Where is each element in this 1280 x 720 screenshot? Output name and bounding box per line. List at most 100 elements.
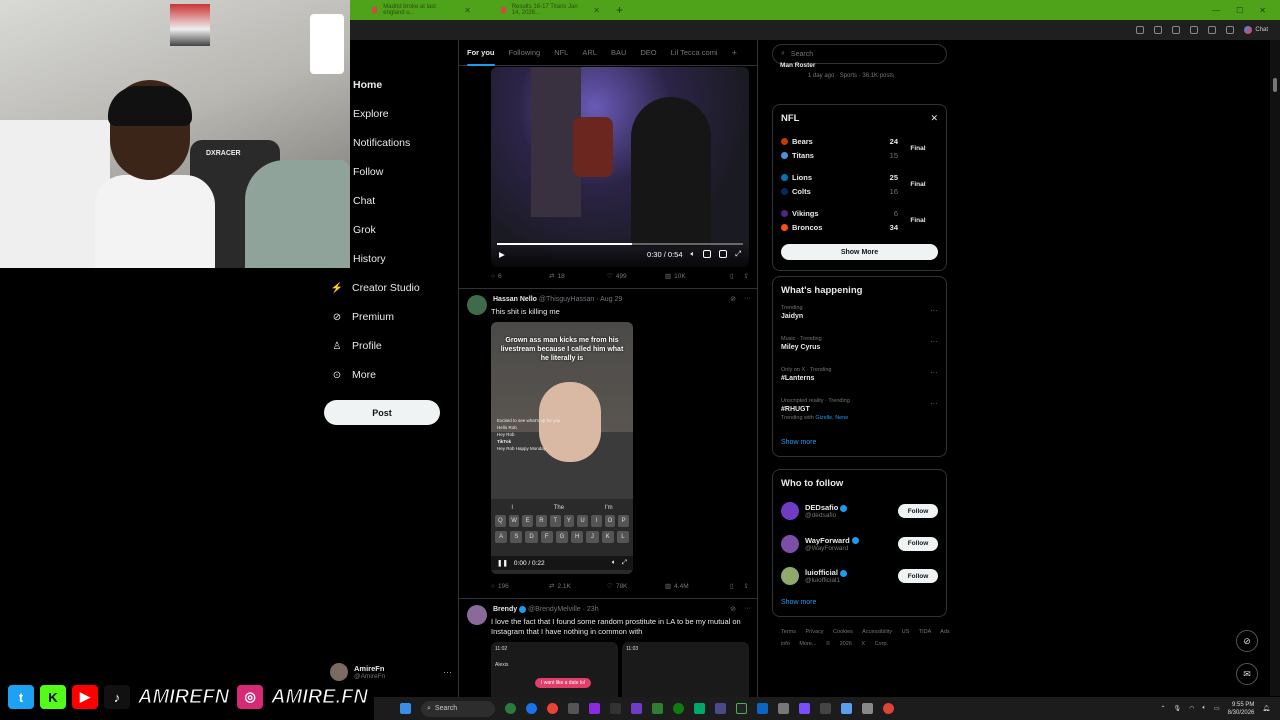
extension-icon[interactable] xyxy=(1208,26,1217,34)
app-icon[interactable] xyxy=(799,703,810,714)
extension-icon[interactable] xyxy=(1190,26,1199,34)
follow-button[interactable]: Follow xyxy=(898,504,938,519)
xbox-icon[interactable] xyxy=(673,703,684,714)
app-icon[interactable] xyxy=(610,703,621,714)
nfl-game[interactable]: Vikings 6 Broncos 34 Final xyxy=(773,202,946,238)
views-button[interactable]: ▥ 4.4M xyxy=(665,582,723,591)
views-button[interactable]: ▥ 10K xyxy=(665,272,723,281)
battery-icon[interactable]: ▭ xyxy=(1214,705,1220,712)
close-icon[interactable]: ✕ xyxy=(930,113,938,124)
new-tab-button[interactable]: + xyxy=(616,3,623,17)
tab-following[interactable]: Following xyxy=(509,48,541,57)
nav-explore[interactable]: Explore xyxy=(324,99,454,128)
like-button[interactable]: ♡ 78K xyxy=(607,582,665,591)
show-more-link[interactable]: Show more xyxy=(773,593,946,616)
app-icon[interactable] xyxy=(757,703,768,714)
nav-history[interactable]: History xyxy=(324,245,454,274)
grok-icon[interactable]: ⊘ xyxy=(730,605,736,613)
share-icon[interactable]: ⇪ xyxy=(744,272,749,280)
tweet-author-name[interactable]: Brendy xyxy=(493,606,517,613)
reply-button[interactable]: ○ 6 xyxy=(491,273,549,280)
repost-button[interactable]: ⇄ 18 xyxy=(549,272,607,281)
trend-item[interactable]: Trending Jaidyn ··· xyxy=(773,302,946,333)
more-options-icon[interactable]: ··· xyxy=(443,667,452,677)
avatar[interactable] xyxy=(781,567,799,586)
scrollbar-thumb[interactable] xyxy=(1273,78,1277,92)
volume-icon[interactable]: 🔈︎ xyxy=(1202,705,1206,712)
chevron-up-icon[interactable]: ⌃ xyxy=(1160,705,1165,712)
more-options-icon[interactable]: ··· xyxy=(930,306,938,315)
video-progress-bar[interactable] xyxy=(497,243,743,245)
trend-item[interactable]: Music · Trending Miley Cyrus ··· xyxy=(773,333,946,364)
show-more-link[interactable]: Show more xyxy=(773,433,946,456)
tweet-author-handle[interactable]: @BrendyMelville xyxy=(528,606,581,613)
app-icon[interactable] xyxy=(589,703,600,714)
settings-icon[interactable] xyxy=(862,703,873,714)
tab-nfl[interactable]: NFL xyxy=(554,48,568,57)
browser-tab[interactable]: Madrid broke at last england u... ✕ xyxy=(364,3,479,17)
trend-with-link[interactable]: Gizelle, Nene xyxy=(815,415,848,421)
windows-start-icon[interactable] xyxy=(400,703,411,714)
edge-icon[interactable] xyxy=(526,703,537,714)
app-icon[interactable] xyxy=(652,703,663,714)
wifi-icon[interactable]: ◠ xyxy=(1189,705,1194,712)
app-icon[interactable] xyxy=(820,703,831,714)
footer-links[interactable]: Terms Privacy Cookies Accessibility US T… xyxy=(781,626,951,650)
app-icon[interactable] xyxy=(778,703,789,714)
tweet-author-name[interactable]: Hassan Nello xyxy=(493,296,537,303)
avatar[interactable] xyxy=(781,534,799,553)
notification-icon[interactable]: 🔔︎ xyxy=(1262,705,1270,712)
fullscreen-icon[interactable]: ⤢ xyxy=(622,559,627,567)
nav-home[interactable]: Home xyxy=(324,70,454,99)
close-tab-icon[interactable]: ✕ xyxy=(593,6,600,15)
tweet-author-handle[interactable]: @ThisguyHassan xyxy=(539,296,594,303)
more-options-icon[interactable]: ··· xyxy=(930,337,938,346)
nav-chat[interactable]: Chat xyxy=(324,186,454,215)
like-button[interactable]: ♡ 499 xyxy=(607,272,665,281)
tweet-date[interactable]: 23h xyxy=(587,606,599,613)
chrome-icon[interactable] xyxy=(547,703,558,714)
avatar[interactable] xyxy=(781,502,799,521)
share-icon[interactable]: ⇪ xyxy=(744,582,749,590)
scrollbar[interactable] xyxy=(1270,40,1280,696)
more-options-icon[interactable]: ··· xyxy=(930,368,938,377)
media-image[interactable]: 11:03 xyxy=(622,642,749,702)
post-button[interactable]: Post xyxy=(324,400,440,425)
nav-creator-studio[interactable]: ⚡ Creator Studio xyxy=(324,274,454,303)
nav-notifications[interactable]: Notifications xyxy=(324,128,454,157)
tweet-media[interactable]: 11:02 Alexis I want like a date lol 11:0… xyxy=(491,642,749,702)
trend-item[interactable]: Unscripted reality · Trending #RHUGT Tre… xyxy=(773,395,946,433)
more-options-icon[interactable]: ··· xyxy=(744,605,751,613)
tweet-video[interactable]: ▶ 0:30 / 0:54 🔈︎ ⤢ xyxy=(491,67,749,267)
app-icon[interactable] xyxy=(505,703,516,714)
bookmark-icon[interactable]: ▯ xyxy=(730,272,734,280)
nav-follow[interactable]: Follow xyxy=(324,157,454,186)
follow-button[interactable]: Follow xyxy=(898,569,938,584)
settings-icon[interactable] xyxy=(1226,26,1235,34)
tab-lil-tecca[interactable]: Lil Tecca comi xyxy=(671,48,718,57)
more-options-icon[interactable]: ··· xyxy=(744,295,751,303)
nav-profile[interactable]: ♙ Profile xyxy=(324,332,454,361)
follow-suggestion[interactable]: luiofficial @luiofficial1 Follow xyxy=(773,560,946,593)
reply-button[interactable]: ○ 196 xyxy=(491,583,549,590)
tweet-date[interactable]: Aug 29 xyxy=(600,296,622,303)
fullscreen-icon[interactable]: ⤢ xyxy=(735,249,741,259)
chat-button[interactable]: Chat xyxy=(1244,26,1268,34)
volume-icon[interactable]: 🔈︎ xyxy=(691,249,696,259)
extension-icon[interactable] xyxy=(1136,26,1145,34)
clock[interactable]: 9:55 PM 8/30/2026 xyxy=(1228,701,1255,717)
trend-item[interactable]: Only on X · Trending #Lanterns ··· xyxy=(773,364,946,395)
app-icon[interactable] xyxy=(694,703,705,714)
terminal-icon[interactable] xyxy=(736,703,747,714)
media-image[interactable]: 11:02 Alexis I want like a date lol xyxy=(491,642,618,702)
volume-icon[interactable]: 🔈︎ xyxy=(612,559,616,567)
mic-icon[interactable]: 🎙︎ xyxy=(1174,705,1182,712)
messages-floating-icon[interactable]: ✉ xyxy=(1236,663,1258,685)
browser-tab[interactable]: Results 16-17 Titans Jan 14, 2026... ✕ xyxy=(493,3,608,17)
pause-icon[interactable]: ❚❚ xyxy=(497,559,508,567)
minimize-icon[interactable]: — xyxy=(1212,6,1220,15)
tab-bau[interactable]: BAU xyxy=(611,48,626,57)
maximize-icon[interactable]: ☐ xyxy=(1236,6,1243,15)
tab-deo[interactable]: DEO xyxy=(640,48,656,57)
repost-button[interactable]: ⇄ 2.1K xyxy=(549,582,607,591)
